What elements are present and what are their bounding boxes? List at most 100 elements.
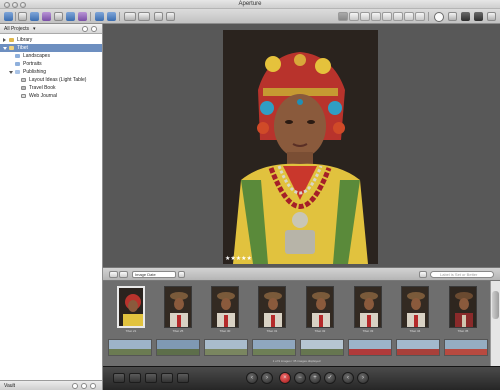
- landscape-thumbnail[interactable]: [300, 339, 344, 356]
- projects-panel-title[interactable]: All Projects: [4, 26, 29, 32]
- vault-bar: Vault: [0, 380, 102, 390]
- thumbnail-image: [212, 287, 238, 327]
- full-screen-icon[interactable]: [434, 12, 444, 22]
- thumbnail[interactable]: [164, 286, 192, 328]
- main-photo[interactable]: ★★★★★: [223, 30, 378, 264]
- tree-item-label: Tibet: [17, 45, 28, 51]
- show-metadata-icon[interactable]: [487, 12, 496, 21]
- new-project-icon[interactable]: [18, 12, 27, 21]
- loupe-icon[interactable]: [166, 12, 175, 21]
- previous-image-icon[interactable]: ‹: [246, 372, 258, 384]
- thumbnail[interactable]: [306, 286, 334, 328]
- scrollbar-thumb[interactable]: [492, 291, 499, 319]
- image-viewer[interactable]: ★★★★★: [103, 24, 500, 267]
- filter-hud-icon[interactable]: [419, 271, 427, 278]
- disclosure-triangle-icon[interactable]: [3, 47, 7, 50]
- thumbnail[interactable]: [354, 286, 382, 328]
- stack-icon[interactable]: [95, 12, 104, 21]
- rotate-tool-icon[interactable]: [349, 12, 359, 21]
- tree-item-folder[interactable]: Publishing: [0, 68, 102, 76]
- show-metadata-icon[interactable]: [145, 373, 157, 383]
- stack-controls-icon[interactable]: [161, 373, 173, 383]
- next-stack-icon[interactable]: ›: [357, 372, 369, 384]
- import-icon[interactable]: [4, 12, 13, 21]
- rotate-left-icon[interactable]: [124, 12, 136, 21]
- new-web-gallery-icon[interactable]: [78, 12, 87, 21]
- panel-search-icon[interactable]: [82, 26, 88, 32]
- window-title: Aperture: [238, 1, 262, 7]
- show-filmstrip-icon[interactable]: [461, 12, 470, 21]
- thumbnail-selected[interactable]: [117, 286, 145, 328]
- thumbnail-label: Tibet 21: [125, 329, 137, 333]
- rotate-right-icon[interactable]: [138, 12, 150, 21]
- chevron-down-icon[interactable]: ▾: [33, 24, 36, 34]
- landscape-thumbnail[interactable]: [204, 339, 248, 356]
- search-input[interactable]: Label is Set or Better: [430, 271, 494, 278]
- browser-control-bar: Image Date Label is Set or Better: [103, 267, 500, 281]
- vault-label[interactable]: Vault: [4, 383, 15, 389]
- new-album-icon[interactable]: [30, 12, 39, 21]
- next-image-icon[interactable]: ›: [261, 372, 273, 384]
- tree-item-album[interactable]: Portraits: [0, 60, 102, 68]
- thumbnail-image: [450, 287, 476, 327]
- disclosure-triangle-icon[interactable]: [9, 71, 13, 74]
- tree-item-light-table[interactable]: Layout Ideas (Light Table): [0, 76, 102, 84]
- split-stack-icon[interactable]: [107, 12, 116, 21]
- new-light-table-icon[interactable]: [66, 12, 75, 21]
- keyword-hud-icon[interactable]: [129, 373, 141, 383]
- select-icon[interactable]: ✓: [324, 372, 336, 384]
- tree-item-web-journal[interactable]: Web Journal: [0, 92, 102, 100]
- vault-add-icon[interactable]: [81, 383, 87, 389]
- decrease-rating-icon[interactable]: −: [294, 372, 306, 384]
- landscape-thumbnail[interactable]: [444, 339, 488, 356]
- show-inspector-icon[interactable]: [474, 12, 483, 21]
- tree-item-library[interactable]: Library: [0, 36, 102, 44]
- list-view-icon[interactable]: [119, 271, 128, 278]
- new-smart-album-icon[interactable]: [42, 12, 51, 21]
- tree-item-album[interactable]: Landscapes: [0, 52, 102, 60]
- landscape-thumbnail[interactable]: [156, 339, 200, 356]
- projects-panel: All Projects ▾ Library Tibet Landscapes …: [0, 24, 103, 390]
- lift-stamp-tool-icon[interactable]: [404, 12, 414, 21]
- increase-rating-icon[interactable]: +: [309, 372, 321, 384]
- thumbnail-label: Tibet 34: [409, 329, 421, 333]
- panel-action-icon[interactable]: [91, 26, 97, 32]
- show-projects-icon[interactable]: [448, 12, 457, 21]
- red-eye-tool-icon[interactable]: [393, 12, 403, 21]
- landscape-thumbnail[interactable]: [108, 339, 152, 356]
- tree-item-project[interactable]: Tibet: [0, 44, 102, 52]
- thumbnail-image: [402, 287, 428, 327]
- rating-stars[interactable]: ★★★★★: [225, 255, 252, 262]
- primary-only-icon[interactable]: ‹: [342, 372, 354, 384]
- show-hide-projects-icon[interactable]: [113, 373, 125, 383]
- loupe-tool-icon[interactable]: [415, 12, 425, 21]
- filmstrip-scrollbar[interactable]: [490, 281, 500, 366]
- selection-tool-icon[interactable]: [338, 12, 348, 21]
- sort-direction-icon[interactable]: [178, 271, 185, 278]
- filmstrip[interactable]: Tibet 21 Tibet 25 Tibet 30 Tibet 31 Tibe…: [103, 281, 490, 366]
- thumbnail[interactable]: [449, 286, 477, 328]
- new-book-icon[interactable]: [54, 12, 63, 21]
- thumbnail-label: Tibet 25: [172, 329, 184, 333]
- crop-tool-icon[interactable]: [360, 12, 370, 21]
- thumbnail[interactable]: [258, 286, 286, 328]
- straighten-tool-icon[interactable]: [371, 12, 381, 21]
- compare-icon[interactable]: [154, 12, 163, 21]
- tree-item-book[interactable]: Travel Book: [0, 84, 102, 92]
- vault-update-icon[interactable]: [72, 383, 78, 389]
- landscape-thumbnail[interactable]: [396, 339, 440, 356]
- spot-patch-tool-icon[interactable]: [382, 12, 392, 21]
- thumbnail[interactable]: [401, 286, 429, 328]
- landscape-image: [349, 340, 391, 355]
- rotate-view-icon[interactable]: [177, 373, 189, 383]
- tree-item-label: Library: [17, 37, 33, 43]
- landscape-thumbnail[interactable]: [348, 339, 392, 356]
- landscape-thumbnail[interactable]: [252, 339, 296, 356]
- reject-button[interactable]: ×: [279, 372, 291, 384]
- thumbnail[interactable]: [211, 286, 239, 328]
- grid-view-icon[interactable]: [109, 271, 118, 278]
- disclosure-triangle-icon[interactable]: [3, 38, 6, 42]
- vault-action-icon[interactable]: [90, 383, 96, 389]
- sort-select[interactable]: Image Date: [132, 271, 176, 278]
- tree-item-label: Landscapes: [23, 53, 50, 59]
